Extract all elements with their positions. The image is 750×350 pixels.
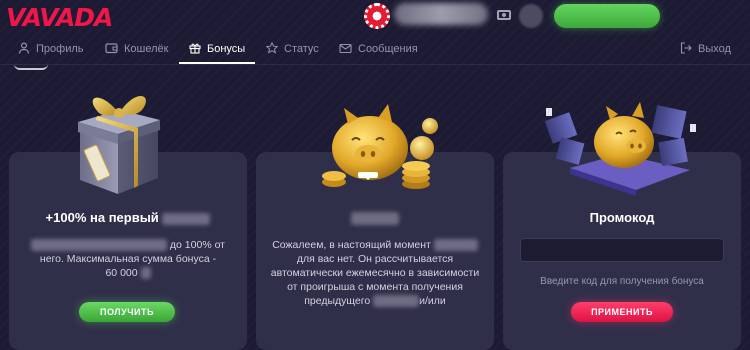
tab-label: Сообщения [358, 43, 418, 55]
logout-label: Выход [698, 43, 731, 55]
user-icon [18, 42, 30, 56]
gift-icon [189, 42, 201, 56]
get-bonus-button[interactable]: ПОЛУЧИТЬ [79, 302, 175, 322]
piggy-bank-coins-illustration [322, 104, 438, 189]
avatar[interactable] [519, 4, 543, 28]
card-title: Промокод [589, 210, 655, 225]
logout-icon [680, 42, 692, 56]
card-description: Сожалеем, в настоящий момент для вас нет… [270, 239, 480, 308]
username-blurred[interactable] [394, 3, 488, 25]
tab-wallet[interactable]: Кошелёк [105, 34, 168, 64]
poker-chip-icon[interactable] [364, 3, 390, 29]
card-title: +100% на первый [9, 210, 247, 225]
tab-label: Профиль [36, 43, 84, 55]
blurred-text [31, 239, 167, 252]
tab-bonuses[interactable]: Бонусы [178, 34, 256, 64]
blurred-text [140, 267, 151, 280]
card-title [256, 210, 494, 226]
tab-profile[interactable]: Профиль [18, 34, 84, 64]
top-bar: VAVADA [0, 0, 750, 34]
tab-label: Кошелёк [124, 43, 169, 55]
promo-hint: Введите код для получения бонуса [540, 276, 704, 287]
tab-status[interactable]: Статус [265, 34, 319, 64]
blurred-text [162, 212, 211, 225]
nav-divider [0, 64, 750, 65]
wallet-icon[interactable] [497, 10, 511, 20]
blurred-text [433, 239, 478, 252]
gift-box-illustration [78, 95, 160, 194]
tab-label: Статус [284, 43, 319, 55]
apply-promo-button[interactable]: ПРИМЕНИТЬ [571, 302, 673, 322]
star-icon [265, 41, 279, 56]
vavada-logo[interactable]: VAVADA [6, 3, 113, 32]
profile-nav: Профиль Кошелёк Бонусы Статус Сообщения … [0, 34, 750, 64]
wallet-icon [105, 42, 118, 56]
deposit-button[interactable] [554, 4, 660, 28]
scroll-fragment [14, 64, 48, 70]
tab-messages[interactable]: Сообщения [339, 34, 418, 64]
logout-button[interactable]: Выход [680, 34, 731, 64]
blurred-text [373, 295, 420, 308]
blurred-text [351, 212, 399, 226]
envelope-icon [339, 43, 352, 56]
card-description: до 100% от него. Максимальная сумма бону… [21, 238, 235, 280]
promo-code-input[interactable] [520, 238, 724, 262]
piggy-bank-gifts-illustration [544, 102, 696, 196]
tab-label: Бонусы [207, 43, 246, 55]
